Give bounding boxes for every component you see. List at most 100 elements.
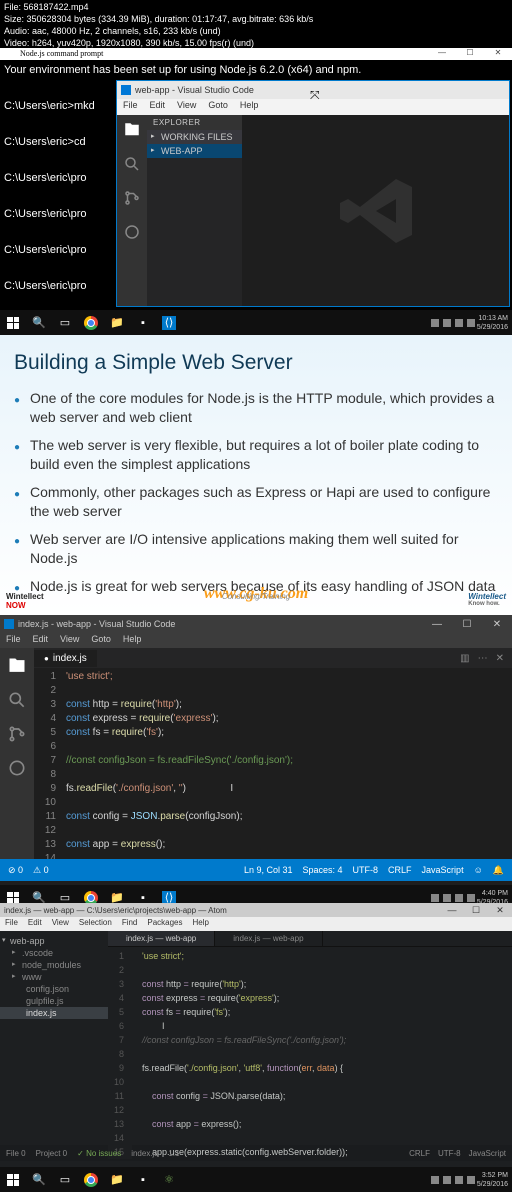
tray-icons[interactable] <box>431 1176 475 1184</box>
move-cursor-icon: ⤧ <box>310 88 320 103</box>
cmd-icon[interactable]: ▪ <box>130 310 156 335</box>
start-button[interactable] <box>0 310 26 335</box>
tree-file-selected[interactable]: index.js <box>0 1007 108 1019</box>
tree-folder[interactable]: node_modules <box>0 959 108 971</box>
status-lang[interactable]: JavaScript <box>422 865 464 876</box>
menu-edit[interactable]: Edit <box>27 633 55 648</box>
code-editor[interactable]: 1234567891011121314151617 'use strict'; … <box>34 668 512 859</box>
vscode-window[interactable]: web-app - Visual Studio Code File Edit V… <box>116 80 510 307</box>
close-button[interactable]: ✕ <box>484 48 512 60</box>
sidebar-webapp-folder[interactable]: WEB-APP <box>147 144 242 158</box>
status-encoding[interactable]: UTF-8 <box>353 865 379 876</box>
search-icon[interactable] <box>7 690 27 710</box>
status-issues[interactable]: ✓ No issues <box>77 1149 121 1158</box>
tray-icons[interactable] <box>431 319 475 327</box>
vscode-task-icon[interactable]: ⟨⟩ <box>156 310 182 335</box>
vscode-titlebar[interactable]: index.js - web-app - Visual Studio Code … <box>0 615 512 633</box>
tab-index-js[interactable]: index.js <box>34 650 97 667</box>
window-title: index.js - web-app - Visual Studio Code <box>18 619 175 629</box>
menu-file[interactable]: File <box>0 917 23 931</box>
close-button[interactable]: ✕ <box>482 619 512 630</box>
minimize-button[interactable]: — <box>440 905 464 916</box>
maximize-button[interactable]: ☐ <box>464 905 488 916</box>
atom-task-icon[interactable]: ⚛ <box>156 1167 182 1192</box>
git-icon[interactable] <box>7 724 27 744</box>
tray-icons[interactable] <box>431 894 475 902</box>
explorer-icon[interactable] <box>7 656 27 676</box>
menu-edit[interactable]: Edit <box>23 917 47 931</box>
code-content: 'use strict'; const http = require('http… <box>66 668 512 859</box>
menu-edit[interactable]: Edit <box>144 99 172 115</box>
maximize-button[interactable]: ☐ <box>456 48 484 60</box>
slide-title: Building a Simple Web Server <box>14 351 498 375</box>
tree-file[interactable]: gulpfile.js <box>0 995 108 1007</box>
status-spaces[interactable]: Spaces: 4 <box>303 865 343 876</box>
slide-logos: WintellectNOW Consulting/Training Wintel… <box>0 592 512 612</box>
menu-help[interactable]: Help <box>234 99 265 115</box>
clock[interactable]: 10:13 AM5/29/2016 <box>477 314 508 332</box>
menu-packages[interactable]: Packages <box>142 917 187 931</box>
status-eol[interactable]: CRLF <box>388 865 412 876</box>
status-errors[interactable]: ⊘ 0 <box>8 865 23 876</box>
sidebar: EXPLORER WORKING FILES WEB-APP <box>147 115 242 306</box>
code-editor[interactable]: 123456789101112131415 'use strict'; cons… <box>108 947 512 1159</box>
debug-icon[interactable] <box>7 758 27 778</box>
menu-goto[interactable]: Goto <box>202 99 234 115</box>
git-icon[interactable] <box>123 189 141 207</box>
tree-file[interactable]: config.json <box>0 983 108 995</box>
status-project[interactable]: Project 0 <box>36 1149 68 1158</box>
start-button[interactable] <box>0 1167 26 1192</box>
status-lang[interactable]: JavaScript <box>469 1149 506 1158</box>
activity-bar <box>117 115 147 306</box>
menu-selection[interactable]: Selection <box>74 917 117 931</box>
maximize-button[interactable]: ☐ <box>452 619 482 630</box>
explorer-icon[interactable] <box>123 121 141 139</box>
menu-view[interactable]: View <box>54 633 85 648</box>
explorer-icon[interactable]: 📁 <box>104 1167 130 1192</box>
chrome-icon[interactable] <box>78 1167 104 1192</box>
tree-folder[interactable]: www <box>0 971 108 983</box>
minimize-button[interactable]: — <box>428 48 456 60</box>
tab[interactable]: index.js — web-app <box>215 931 322 946</box>
sidebar-working-files[interactable]: WORKING FILES <box>147 130 242 144</box>
tree-folder[interactable]: .vscode <box>0 947 108 959</box>
debug-icon[interactable] <box>123 223 141 241</box>
menu-view[interactable]: View <box>47 917 74 931</box>
menu-view[interactable]: View <box>171 99 202 115</box>
status-file[interactable]: File 0 <box>6 1149 26 1158</box>
menu-file[interactable]: File <box>117 99 144 115</box>
split-icon[interactable]: ▥ <box>460 653 469 664</box>
clock[interactable]: 3:52 PM5/29/2016 <box>477 1171 508 1189</box>
close-tab-icon[interactable]: ✕ <box>496 653 504 664</box>
taskbar: 🔍 ▭ 📁 ▪ ⚛ 3:52 PM5/29/2016 <box>0 1167 512 1192</box>
status-filename[interactable]: index.js <box>131 1149 158 1158</box>
menu-help[interactable]: Help <box>117 633 148 648</box>
status-warnings[interactable]: ⚠ 0 <box>33 865 49 876</box>
tree-root[interactable]: web-app <box>0 935 108 947</box>
more-icon[interactable]: ⋯ <box>478 653 488 664</box>
status-cursor[interactable]: 1:1 <box>168 1149 179 1158</box>
menu-help[interactable]: Help <box>188 917 214 931</box>
menu-file[interactable]: File <box>0 633 27 648</box>
minimize-button[interactable]: — <box>422 619 452 630</box>
task-view-icon[interactable]: ▭ <box>52 1167 78 1192</box>
cmd-icon[interactable]: ▪ <box>130 1167 156 1192</box>
search-icon[interactable] <box>123 155 141 173</box>
code-content: 'use strict'; const http = require('http… <box>132 947 512 1159</box>
explorer-icon[interactable]: 📁 <box>104 310 130 335</box>
slide: Building a Simple Web Server One of the … <box>0 335 512 615</box>
task-view-icon[interactable]: ▭ <box>52 310 78 335</box>
search-icon[interactable]: 🔍 <box>26 310 52 335</box>
tab[interactable]: index.js — web-app <box>108 931 215 946</box>
status-encoding[interactable]: UTF-8 <box>438 1149 461 1158</box>
status-feedback-icon[interactable]: ☺ <box>474 865 483 876</box>
close-button[interactable]: ✕ <box>488 905 512 916</box>
status-bell-icon[interactable]: 🔔 <box>493 865 504 876</box>
menu-goto[interactable]: Goto <box>85 633 117 648</box>
status-cursor[interactable]: Ln 9, Col 31 <box>244 865 293 876</box>
atom-titlebar[interactable]: index.js — web-app — C:\Users\eric\proje… <box>0 903 512 917</box>
chrome-icon[interactable] <box>78 310 104 335</box>
menu-find[interactable]: Find <box>117 917 143 931</box>
search-icon[interactable]: 🔍 <box>26 1167 52 1192</box>
status-eol[interactable]: CRLF <box>409 1149 430 1158</box>
